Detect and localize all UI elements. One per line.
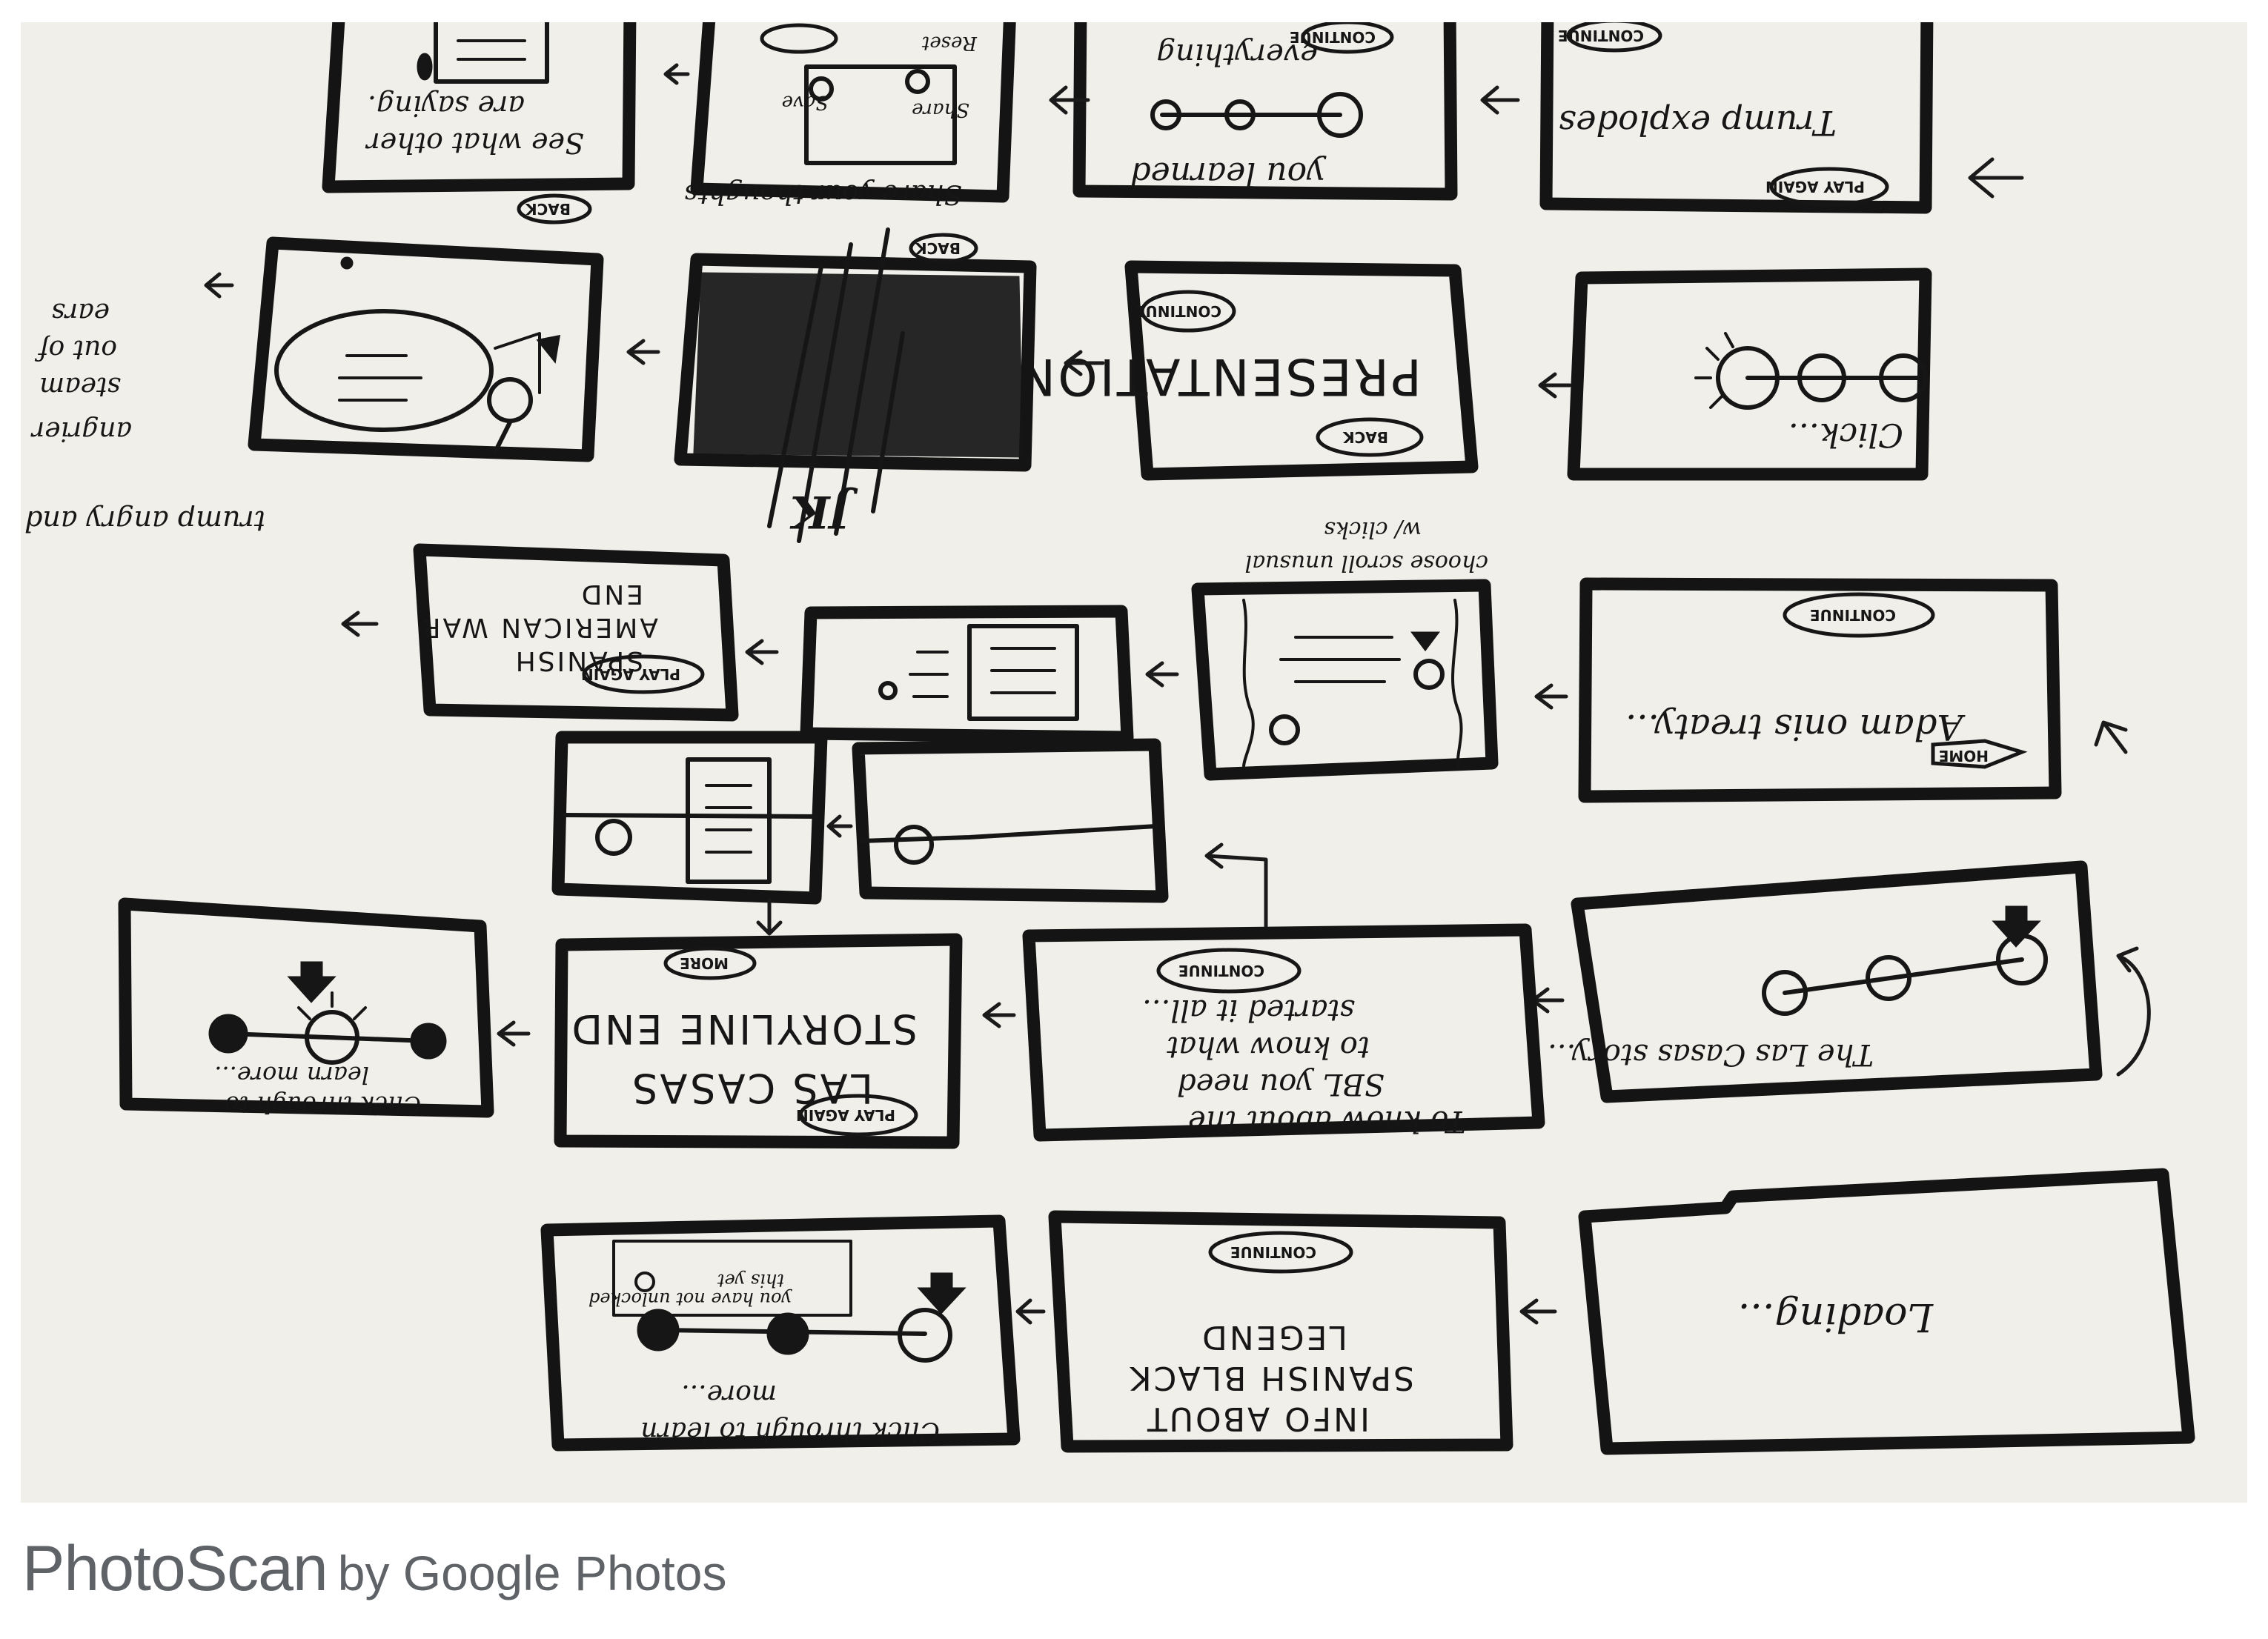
note-2: angrier [30,416,132,446]
panel-trump-explodes: Trump explodes PLAY AGAIN CONTINUE [1539,22,1934,214]
panel-text: The Las Casas story... [1548,1037,1874,1071]
note-1: trump angry and [24,505,265,537]
panel-text-3: END [580,579,643,609]
arrow [1145,661,1179,688]
arrow [1531,987,1565,1014]
pill-label-2: HOME [1939,747,1989,765]
pill-label-2: BACK [1342,428,1388,446]
arrow [1015,1298,1046,1325]
arrow [341,611,379,637]
pill-label: CONTINUE [1135,302,1221,320]
arrow [2116,946,2151,1077]
panel-text-1: you learned [1130,155,1327,193]
panel-text-3: to know what [1166,1030,1370,1064]
arrow [2094,720,2128,754]
panel-text-1: To know about the [1188,1104,1466,1138]
pill-label: CONTINUE [1230,1243,1316,1261]
side-label-1: Save [782,91,829,113]
panel-text: Click... [1788,416,1903,453]
note-5: ears [52,297,110,328]
side-label-2: Share [912,99,969,121]
arrow [756,898,783,936]
panel-scroll-map [551,731,828,905]
panel-click: Click... [1567,267,1932,481]
locked-note-2: this yet [717,1270,784,1291]
panel-scribbled: JK BACK [674,227,1037,543]
scroll-note-2: w/ clicks [1324,516,1422,542]
pill-label: CONTINUE [1178,962,1264,980]
arrow [497,1020,531,1047]
panel-text-2: SPANISH BLACK [1128,1359,1414,1397]
storyboard-photo: Trump explodes PLAY AGAIN CONTINUE you l… [21,22,2247,1503]
panel-to-know: To know about the SBL you need to know w… [1022,923,1545,1142]
side-label-3: Reset [921,32,978,54]
panel-scroll: choose scroll unusual w/ clicks [1191,516,1499,781]
pill-label: PLAY AGAIN [1765,178,1865,196]
panel-text: Adam onis treaty... [1625,706,1966,748]
note-4: out of [35,334,117,365]
storyboard-sketch: Trump explodes PLAY AGAIN CONTINUE you l… [24,22,2195,1455]
panel-loading: Loading... [1578,1168,2195,1455]
scribble-label: JK [789,485,858,537]
watermark: PhotoScan by Google Photos [22,1532,726,1614]
panel-see-others: See what other are saying. BACK [322,22,637,225]
panel-text-1: Click through to [225,1091,421,1119]
watermark-byline: by Google Photos [337,1546,727,1600]
panel-click-through-1: Click through to learn more... [118,897,494,1119]
panel-text-1: INFO ABOUT [1145,1400,1370,1437]
panel-text-2: more... [681,1379,777,1409]
panel-text: Share your thoughts [684,179,962,209]
panel-text-2: SBL you need [1177,1067,1385,1101]
panel-text-1: See what other [365,127,584,159]
note-3: steam [39,371,121,402]
arrow [1204,842,1268,928]
panel-trump-angry: trump angry and angrier steam out of ear… [24,236,604,537]
scroll-note-1: choose scroll unusual [1245,550,1488,576]
arrow [626,339,660,365]
panel-text-1: Click through to learn [640,1416,940,1446]
pill-label: CONTINUE [1810,606,1896,624]
panel-text-4: started it all... [1142,993,1355,1027]
panel-text-1: LAS CASAS [630,1065,873,1111]
panel-spanish-end: SPANISH AMERICAN WAR END PLAY AGAIN [413,543,739,722]
panel-share-thoughts: Share your thoughts Save Share Reset [684,22,1016,209]
arrow [663,63,690,85]
arrow [204,272,234,299]
arrow [745,639,779,665]
pill-label: BACK [525,200,571,218]
pill-label: CONTINUE [1290,28,1376,46]
panel-you-learned: you learned everything CONTINUE [1072,22,1458,201]
panel-text: Trump explodes [1559,103,1837,143]
pill-label-2: CONTINUE [1558,27,1644,44]
arrow [1519,1298,1557,1325]
panel-text-2: are saying. [368,90,525,122]
pill-label: BACK [915,239,961,257]
panel-text-2: STORYLINE END [569,1005,918,1052]
locked-note: you have not unlocked [588,1289,792,1309]
panel-text-2: AMERICAN WAR [420,612,658,642]
panel-storyline-end: LAS CASAS STORYLINE END PLAY AGAIN MORE [554,933,963,1149]
panel-las-casas: The Las Casas story... [1548,860,2103,1103]
panel-text-3: LEGEND [1200,1318,1347,1356]
panel-scroll-map-2 [852,738,1169,903]
pill-label: PLAY AGAIN [796,1106,895,1124]
watermark-brand: PhotoScan [22,1533,328,1604]
panel-presentation: PRESENTATION CONTINUE BACK [1015,260,1479,481]
panel-text-2: learn more... [214,1061,369,1089]
arrow [1534,683,1568,710]
panel-spanish-black: INFO ABOUT SPANISH BLACK LEGEND CONTINUE [1048,1210,1513,1453]
panel-adam-onis: Adam onis treaty... CONTINUE HOME [1578,577,2062,803]
panel-text: Loading... [1738,1294,1934,1339]
arrow [1480,85,1520,115]
arrow [1538,372,1572,399]
arrow [826,814,853,838]
panel-two-pane [800,605,1134,744]
pill-label: PLAY AGAIN [581,665,680,683]
arrow [1968,157,2024,199]
pill-label-2: MORE [680,954,729,972]
panel-click-through-2: Click through to learn more... you have … [540,1214,1021,1452]
arrow [982,1002,1016,1028]
